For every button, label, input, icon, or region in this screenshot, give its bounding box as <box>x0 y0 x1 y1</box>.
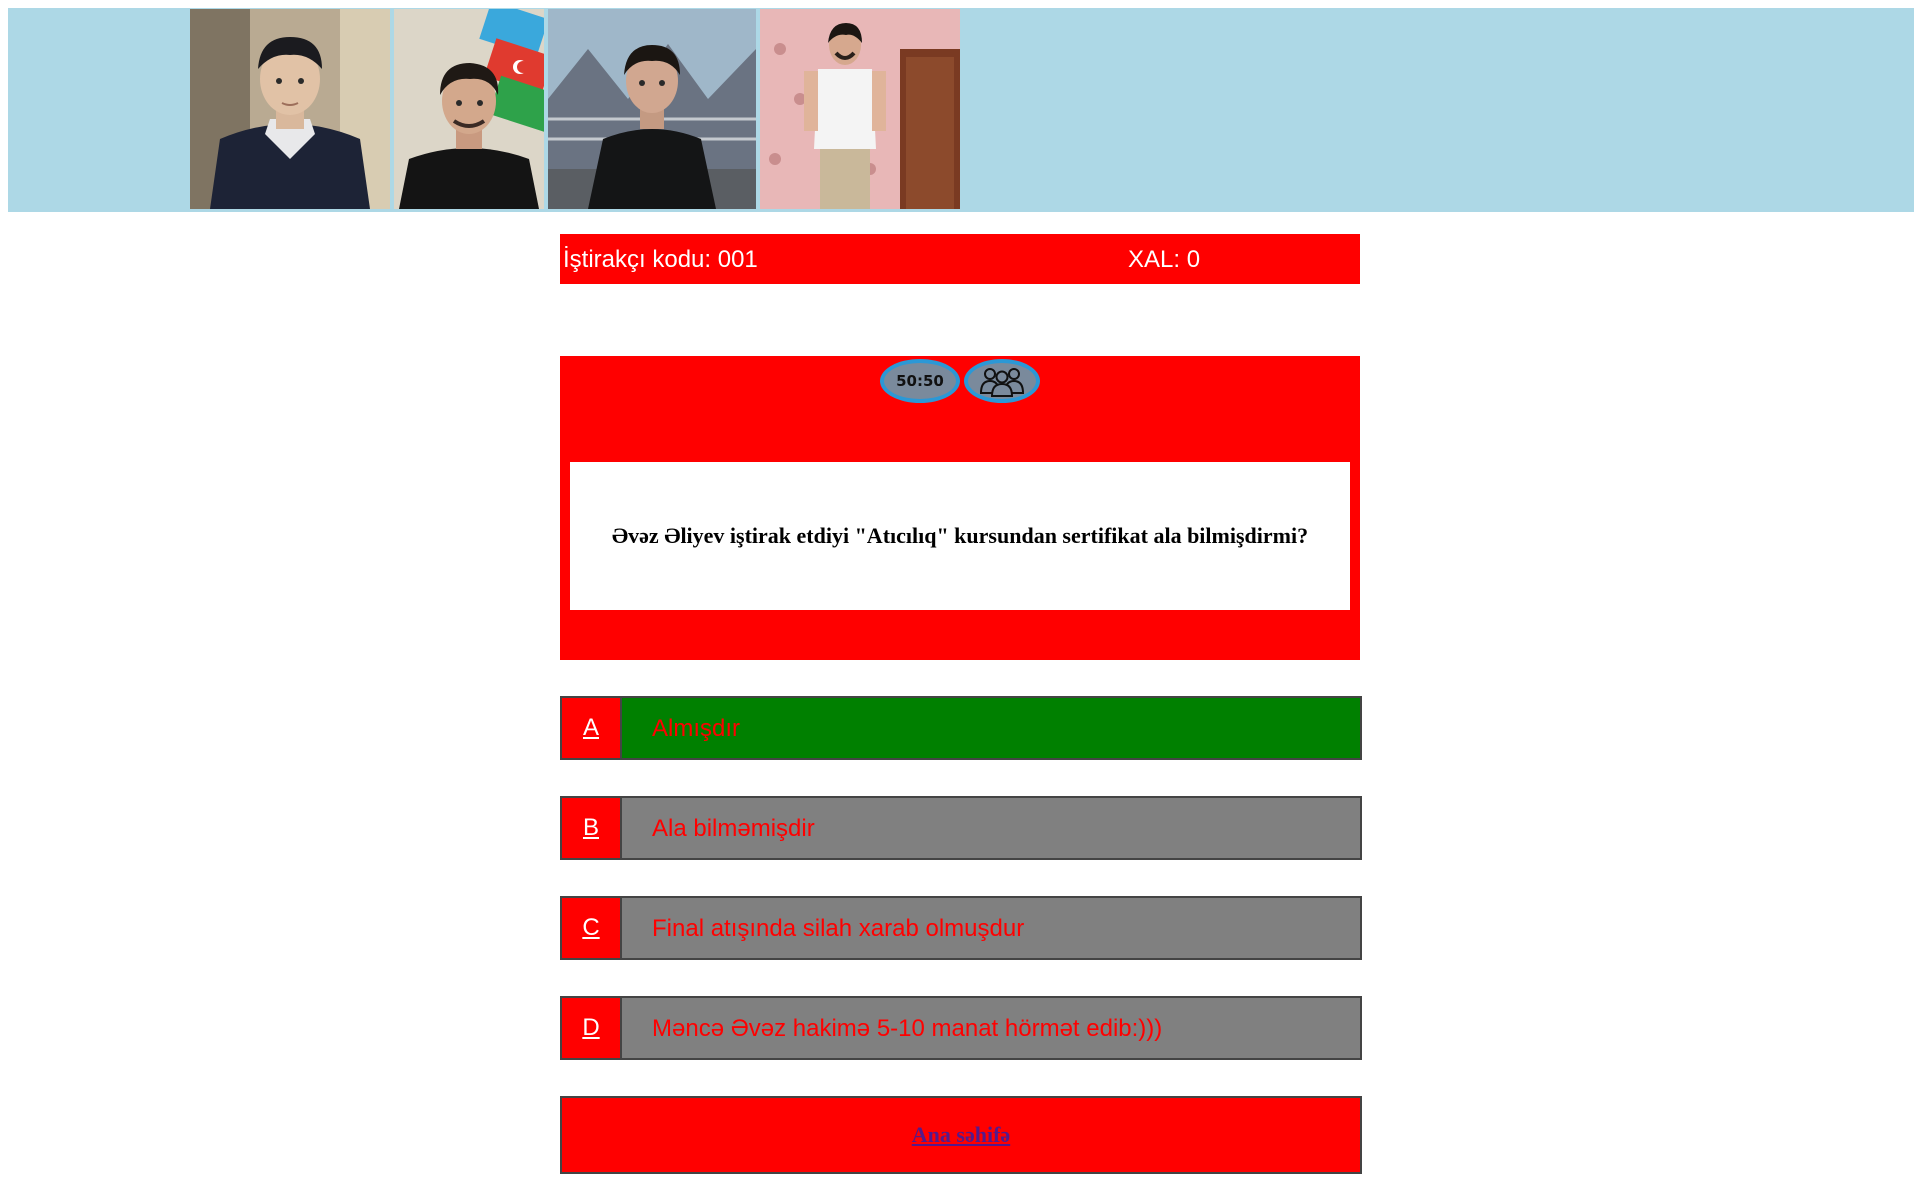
answer-option-b[interactable]: B Ala bilməmişdir <box>560 796 1362 860</box>
question-box: Əvəz Əliyev iştirak etdiyi "Atıcılıq" ku… <box>570 462 1350 610</box>
answer-letter-c[interactable]: C <box>562 898 622 958</box>
answer-option-d[interactable]: D Məncə Əvəz hakimə 5-10 manat hörmət ed… <box>560 996 1362 1060</box>
participant-code: İştirakçı kodu: 001 <box>563 246 758 273</box>
photo-man-standing-room <box>760 9 960 209</box>
photo-man-outdoors <box>548 9 756 209</box>
participant-info-bar: İştirakçı kodu: 001 XAL: 0 <box>560 234 1360 284</box>
question-panel: 50:50 Əvəz Əliyev iştirak etdiyi "Atıcıl… <box>560 356 1360 660</box>
header-banner <box>8 8 1914 212</box>
answer-letter-b[interactable]: B <box>562 798 622 858</box>
answer-letter-a[interactable]: A <box>562 698 622 758</box>
home-link[interactable]: Ana səhifə <box>912 1122 1010 1148</box>
question-text: Əvəz Əliyev iştirak etdiyi "Atıcılıq" ku… <box>611 523 1309 548</box>
answer-text-d: Məncə Əvəz hakimə 5-10 manat hörmət edib… <box>652 1015 1163 1042</box>
answer-text-a: Almışdır <box>652 715 741 742</box>
answer-option-a[interactable]: A Almışdır <box>560 696 1362 760</box>
home-link-bar: Ana səhifə <box>560 1096 1362 1174</box>
answer-letter-d[interactable]: D <box>562 998 622 1058</box>
audience-people-icon <box>979 368 1025 397</box>
audience-lifeline-button[interactable] <box>964 359 1040 403</box>
answer-option-c[interactable]: C Final atışında silah xarab olmuşdur <box>560 896 1362 960</box>
photo-boy-portrait <box>190 9 390 209</box>
photo-man-with-flag <box>394 9 544 209</box>
answer-text-c: Final atışında silah xarab olmuşdur <box>652 915 1025 942</box>
score-display: XAL: 0 <box>1128 246 1201 273</box>
fifty-fifty-label: 50:50 <box>896 372 944 390</box>
answer-text-b: Ala bilməmişdir <box>652 815 815 842</box>
fifty-fifty-lifeline-button[interactable]: 50:50 <box>880 359 960 403</box>
